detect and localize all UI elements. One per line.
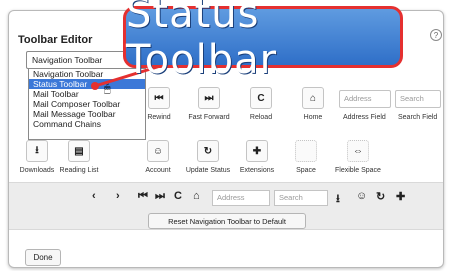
home-icon: ⌂ <box>302 87 324 109</box>
menu-item-mail-composer-toolbar[interactable]: Mail Composer Toolbar <box>29 99 145 109</box>
flexible-space-icon: ⇔ <box>347 140 369 162</box>
account-icon: ☺ <box>147 140 169 162</box>
menu-item-command-chains[interactable]: Command Chains <box>29 119 145 129</box>
fast-forward-icon[interactable]: ⏭ <box>155 190 165 203</box>
palette-item-account[interactable]: ☺ Account <box>130 140 186 174</box>
palette-item-flexible-space[interactable]: ⇔ Flexible Space <box>330 140 386 174</box>
palette-item-extensions[interactable]: ✚ Extensions <box>229 140 285 174</box>
space-icon <box>295 140 317 162</box>
palette-label: Space <box>296 167 316 174</box>
menu-item-mail-message-toolbar[interactable]: Mail Message Toolbar <box>29 109 145 119</box>
forward-icon[interactable]: › <box>116 190 120 202</box>
address-field[interactable]: Address <box>212 190 270 206</box>
rewind-icon[interactable]: ⏮ <box>138 190 148 203</box>
palette-item-fast-forward[interactable]: ⏭ Fast Forward <box>181 87 237 121</box>
home-icon[interactable]: ⌂ <box>193 190 200 202</box>
search-field-palette[interactable]: Search <box>395 90 441 108</box>
account-icon[interactable]: ☺ <box>356 190 367 202</box>
extensions-icon[interactable]: ✚ <box>396 190 405 203</box>
status-toolbar-callout: Status Toolbar <box>123 0 403 83</box>
extensions-icon: ✚ <box>246 140 268 162</box>
palette-label: Home <box>303 114 323 121</box>
toolbar-select-value: Navigation Toolbar <box>32 55 103 65</box>
menu-item-mail-toolbar[interactable]: Mail Toolbar <box>29 89 145 99</box>
palette-item-home[interactable]: ⌂ Home <box>285 87 341 121</box>
dialog-title: Toolbar Editor <box>18 34 93 46</box>
palette-label: Reload <box>249 114 273 121</box>
reading-list-icon: ▤ <box>68 140 90 162</box>
search-field-label: Search Field <box>398 114 438 121</box>
palette-label: Flexible Space <box>335 167 381 174</box>
palette-label: Reading List <box>59 167 99 174</box>
download-icon[interactable]: ⭳ <box>336 190 340 209</box>
back-icon[interactable]: ‹ <box>92 190 96 202</box>
mouse-cursor-icon: 🖱 <box>104 83 111 95</box>
palette-item-space[interactable]: Space <box>278 140 334 174</box>
palette-label: Account <box>145 167 171 174</box>
update-status-icon[interactable]: ↻ <box>376 190 385 203</box>
download-icon: ⭳ <box>26 140 48 162</box>
palette-label: Extensions <box>239 167 275 174</box>
palette-item-reading-list[interactable]: ▤ Reading List <box>51 140 107 174</box>
fast-forward-icon: ⏭ <box>198 87 220 109</box>
address-field-label: Address Field <box>343 114 386 121</box>
address-field-palette[interactable]: Address <box>339 90 391 108</box>
done-button[interactable]: Done <box>25 249 61 266</box>
palette-label: Update Status <box>185 167 231 174</box>
reset-toolbar-button[interactable]: Reset Navigation Toolbar to Default <box>148 213 306 229</box>
help-icon[interactable]: ? <box>430 29 442 41</box>
rewind-icon: ⏮ <box>148 87 170 109</box>
reload-icon[interactable]: C <box>174 190 182 202</box>
palette-item-reload[interactable]: C Reload <box>233 87 289 121</box>
palette-item-update-status[interactable]: ↻ Update Status <box>180 140 236 174</box>
callout-text: Status Toolbar <box>126 0 278 83</box>
update-status-icon: ↻ <box>197 140 219 162</box>
search-field[interactable]: Search <box>274 190 328 206</box>
reload-icon: C <box>250 87 272 109</box>
palette-label: Fast Forward <box>188 114 230 121</box>
